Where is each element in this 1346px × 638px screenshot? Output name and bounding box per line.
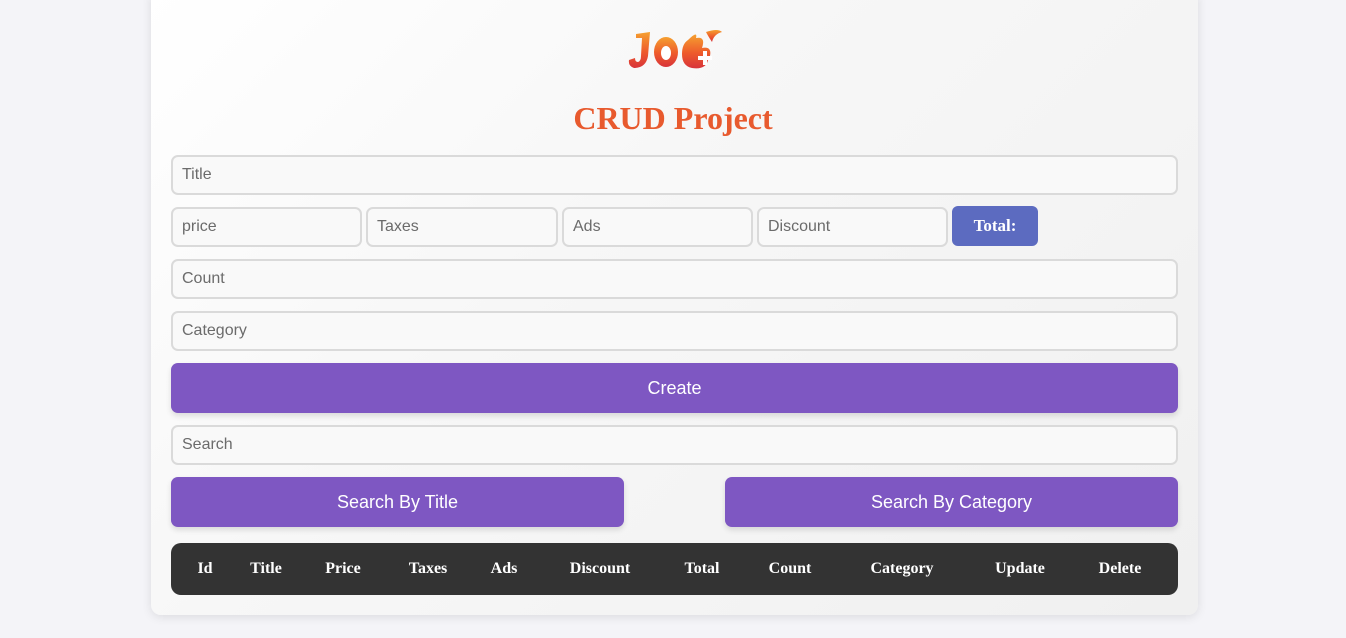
page-title: CRUD Project [573,100,773,136]
create-button[interactable]: Create [171,363,1178,413]
total-display: Total: [952,206,1038,246]
flame-logo-icon [628,30,722,69]
taxes-input[interactable] [366,207,558,247]
search-by-category-button[interactable]: Search By Category [725,477,1178,527]
table-header: Id Title Price Taxes Ads Discount Total … [171,543,1178,595]
column-header-title: Title [250,560,282,577]
column-header-delete: Delete [1098,560,1142,577]
column-header-category: Category [870,560,934,577]
ads-input[interactable] [562,207,753,247]
column-header-update: Update [995,560,1045,577]
column-header-id: Id [197,560,213,577]
column-header-total: Total [684,560,720,577]
count-input[interactable] [171,259,1178,299]
search-input[interactable] [171,425,1178,465]
title-input[interactable] [171,155,1178,195]
column-header-discount: Discount [569,560,631,577]
column-header-count: Count [768,560,812,577]
category-input[interactable] [171,311,1178,351]
column-header-taxes: Taxes [408,560,448,577]
search-by-title-button[interactable]: Search By Title [171,477,624,527]
discount-input[interactable] [757,207,948,247]
column-header-ads: Ads [490,560,518,577]
price-input[interactable] [171,207,362,247]
column-header-price: Price [325,560,361,577]
